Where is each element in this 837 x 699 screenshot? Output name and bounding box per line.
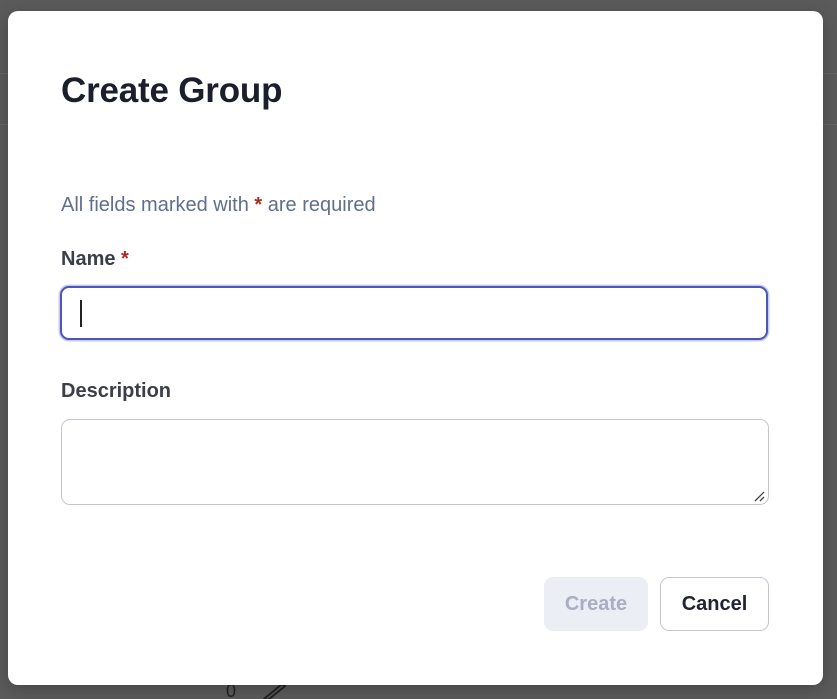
name-required-asterisk: * xyxy=(121,248,129,270)
required-fields-note: All fields marked with * are required xyxy=(61,194,376,217)
description-label: Description xyxy=(61,380,172,402)
text-cursor xyxy=(80,300,82,327)
create-group-dialog: Create Group All fields marked with * ar… xyxy=(8,11,823,685)
required-note-text-end: are required xyxy=(262,194,376,216)
name-label-text: Name xyxy=(61,248,116,270)
create-button[interactable]: Create xyxy=(544,577,648,631)
name-input[interactable] xyxy=(60,286,768,340)
cancel-button[interactable]: Cancel xyxy=(660,577,769,631)
dialog-title: Create Group xyxy=(61,71,283,110)
description-textarea[interactable] xyxy=(61,419,769,505)
resize-handle-icon[interactable] xyxy=(753,490,765,502)
name-label: Name * xyxy=(61,248,129,271)
required-note-text: All fields marked with xyxy=(61,194,255,216)
